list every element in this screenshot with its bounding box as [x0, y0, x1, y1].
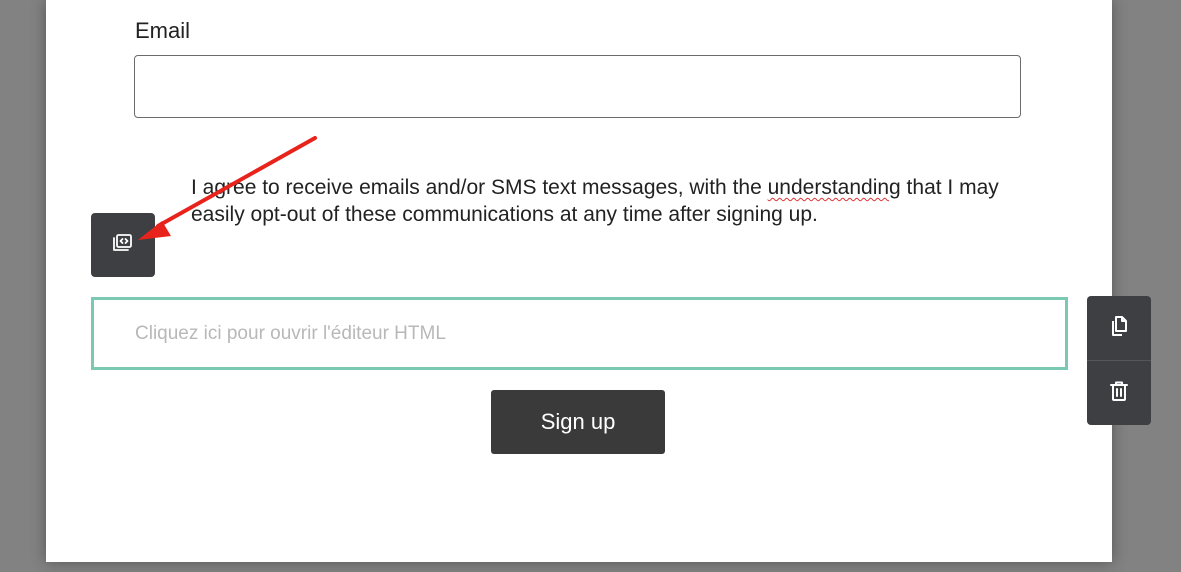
html-editor-placeholder: Cliquez ici pour ouvrir l'éditeur HTML — [135, 322, 446, 344]
consent-text-misspelled-word: understandin — [767, 176, 890, 199]
sign-up-button[interactable]: Sign up — [491, 390, 665, 454]
consent-text-part1: I agree to receive emails and/or SMS tex… — [191, 176, 768, 199]
block-toolbar — [1087, 296, 1151, 425]
editor-backdrop: Email I agree to receive emails and/or S… — [0, 0, 1181, 572]
consent-text: I agree to receive emails and/or SMS tex… — [191, 174, 1021, 228]
email-label: Email — [135, 18, 191, 43]
email-field[interactable] — [134, 55, 1021, 118]
copy-icon — [1107, 314, 1131, 343]
delete-block-button[interactable] — [1087, 361, 1151, 425]
html-editor-block[interactable]: Cliquez ici pour ouvrir l'éditeur HTML — [91, 297, 1068, 370]
html-block-toggle-button[interactable] — [91, 213, 155, 277]
duplicate-block-button[interactable] — [1087, 296, 1151, 360]
trash-icon — [1107, 379, 1131, 408]
code-block-icon — [111, 231, 135, 260]
